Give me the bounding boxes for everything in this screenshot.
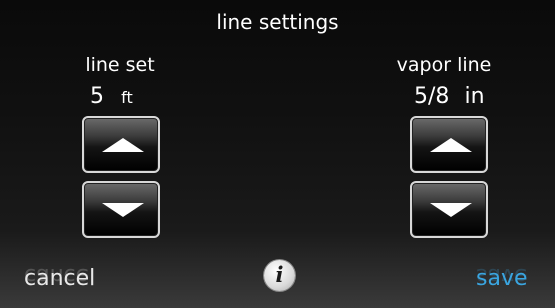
line-set-unit: ft [121, 88, 133, 107]
vapor-line-value: 5/8 [414, 84, 450, 109]
page-title: line settings [216, 10, 339, 34]
vapor-line-label: vapor line [396, 54, 492, 76]
up-arrow-icon [430, 138, 472, 152]
cancel-reflection: cancel [24, 263, 96, 288]
line-settings-screen: line settings line set 5 ft vapor line 5… [0, 0, 555, 308]
info-button[interactable]: i [264, 260, 295, 291]
down-arrow-icon [102, 203, 144, 217]
line-set-increase-button[interactable] [82, 116, 160, 173]
vapor-line-increase-button[interactable] [410, 116, 488, 173]
line-set-decrease-button[interactable] [82, 181, 160, 238]
vapor-line-decrease-button[interactable] [410, 181, 488, 238]
save-reflection: save [476, 263, 528, 288]
up-arrow-icon [102, 138, 144, 152]
vapor-line-value-display: 5/8 in [414, 84, 485, 109]
vapor-line-unit: in [464, 84, 485, 109]
line-set-value: 5 [90, 84, 104, 109]
line-set-label: line set [85, 54, 155, 76]
line-set-value-display: 5 ft [90, 84, 133, 109]
info-icon: i [275, 262, 284, 287]
down-arrow-icon [430, 203, 472, 217]
